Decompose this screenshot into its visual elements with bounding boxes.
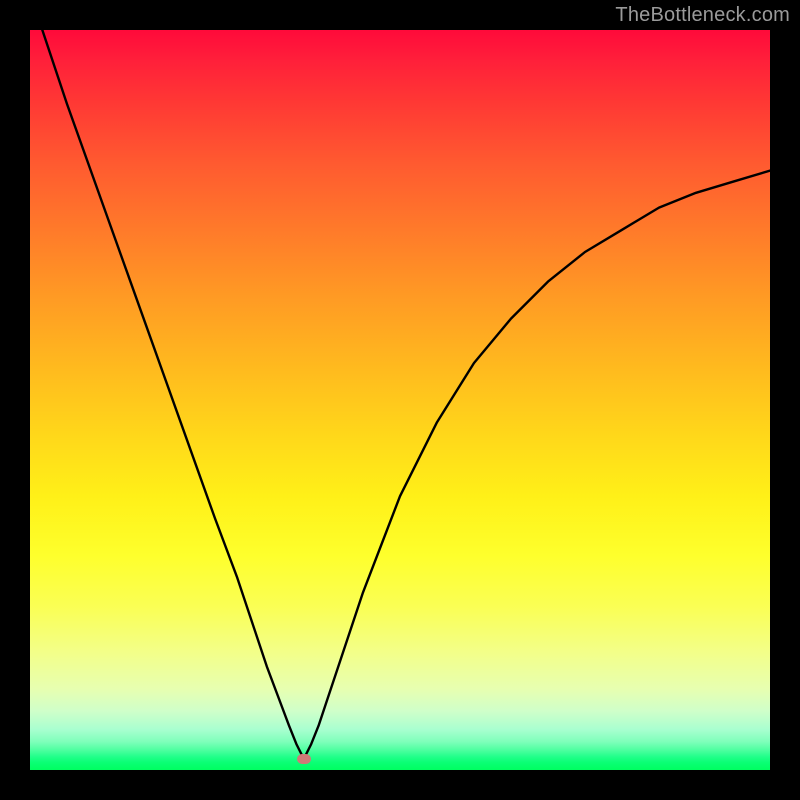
- chart-frame: TheBottleneck.com: [0, 0, 800, 800]
- bottleneck-curve: [30, 30, 770, 759]
- minimum-marker: [297, 754, 311, 764]
- plot-area: [30, 30, 770, 770]
- watermark-text: TheBottleneck.com: [615, 4, 790, 27]
- curve-layer: [30, 30, 770, 770]
